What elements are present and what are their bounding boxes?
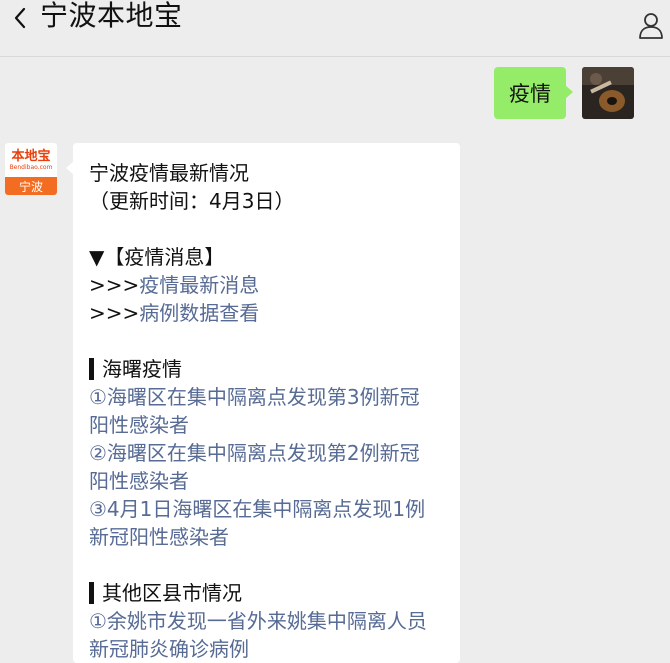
avatar-image (582, 67, 634, 119)
logo-sub-text: Bendibao.com (9, 163, 53, 171)
case-data-link[interactable]: 病例数据查看 (139, 301, 259, 325)
reply-title: 宁波疫情最新情况 (89, 161, 249, 185)
news-header: ▼【疫情消息】 (89, 245, 225, 269)
back-button[interactable] (4, 2, 36, 34)
section-bar (89, 582, 94, 604)
article-link-line[interactable]: 新冠肺炎确诊病例 (89, 635, 460, 663)
logo-city-label: 宁波 (5, 177, 57, 195)
profile-button[interactable] (636, 10, 666, 40)
article-link-line[interactable]: ②海曙区在集中隔离点发现第2例新冠 (89, 439, 460, 467)
link-prefix: >>> (89, 273, 140, 297)
latest-news-link[interactable]: 疫情最新消息 (139, 273, 259, 297)
news-link-row: >>>病例数据查看 (89, 299, 460, 327)
logo: 本地宝 Bendibao.com (5, 143, 57, 177)
section-heading: 其他区县市情况 (89, 579, 460, 607)
my-avatar[interactable] (582, 67, 634, 119)
chevron-left-icon (14, 7, 26, 29)
outgoing-message-bubble[interactable]: 疫情 (494, 67, 573, 119)
chat-header: 宁波本地宝 (0, 0, 670, 57)
person-icon (639, 13, 663, 39)
article-link-line[interactable]: 新冠阳性感染者 (89, 523, 460, 551)
section-heading: 海曙疫情 (89, 355, 460, 383)
outgoing-message-text: 疫情 (509, 82, 551, 106)
logo-main-text: 本地宝 (11, 148, 51, 164)
news-link-row: >>>疫情最新消息 (89, 271, 460, 299)
chat-title: 宁波本地宝 (40, 0, 183, 32)
article-link-line[interactable]: 阳性感染者 (89, 411, 460, 439)
section-bar (89, 358, 94, 380)
bendibao-avatar[interactable]: 本地宝 Bendibao.com 宁波 (5, 143, 57, 195)
link-prefix: >>> (89, 301, 140, 325)
incoming-message-bubble: 宁波疫情最新情况 （更新时间：4月3日） ▼【疫情消息】 >>>疫情最新消息 >… (66, 143, 460, 663)
article-link-line[interactable]: ①余姚市发现一省外来姚集中隔离人员 (89, 607, 460, 635)
reply-updated-time: （更新时间：4月3日） (89, 189, 295, 213)
section-title: 其他区县市情况 (102, 581, 242, 605)
article-link-line[interactable]: 阳性感染者 (89, 467, 460, 495)
section-title: 海曙疫情 (102, 357, 182, 381)
article-link-line[interactable]: ①海曙区在集中隔离点发现第3例新冠 (89, 383, 460, 411)
article-link-line[interactable]: ③4月1日海曙区在集中隔离点发现1例 (89, 495, 460, 523)
